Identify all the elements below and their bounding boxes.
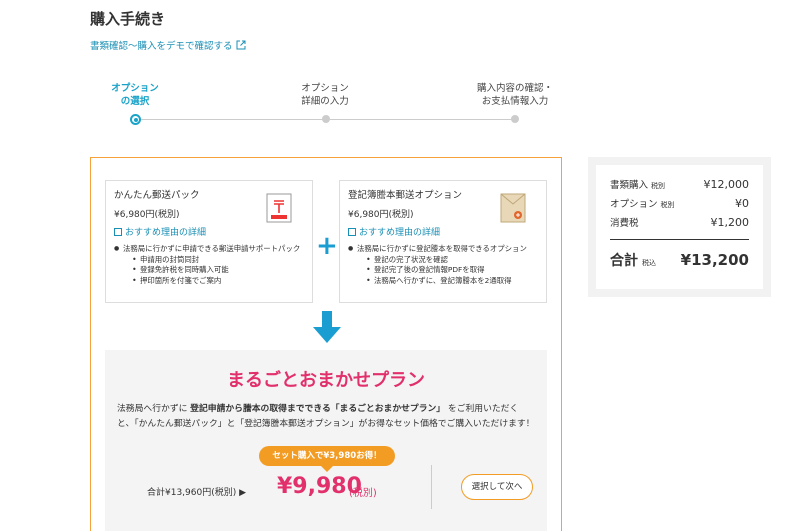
step-connector	[330, 119, 515, 120]
divider	[431, 465, 432, 509]
option-main-point: 法務局に行かずに申請できる郵送申請サポートパック 申請用の封筒同封 登録免許税を…	[114, 244, 304, 286]
option-card-postal-pack[interactable]: かんたん郵送パック ¥6,980円(税別) おすすめ理由の詳細 法務局に行かずに…	[105, 180, 313, 303]
summary-row-options: オプション 税別 ¥0	[610, 196, 749, 215]
total-tax-note: 税込	[642, 259, 656, 267]
option-main-point: 法務局に行かずに登記謄本を取得できるオプション 登記の完了状況を確認 登記完了後…	[348, 244, 538, 286]
original-total-price: 合計¥13,960円(税別) ▶	[147, 488, 247, 498]
list-item: 法務局へ行かずに、登記簿謄本を2通取得	[366, 276, 538, 287]
plus-icon: +	[316, 231, 338, 261]
page-title: 購入手続き	[90, 10, 166, 28]
demo-link-label: 書類確認～購入をデモで確認する	[90, 41, 233, 52]
plan-sale-tax-note: (税別)	[349, 488, 377, 499]
summary-value: ¥1,200	[710, 216, 750, 229]
summary-row-documents: 書類購入 税別 ¥12,000	[610, 177, 749, 196]
step-1-label: オプション の選択	[105, 82, 165, 108]
main-point-text: 法務局に行かずに登記謄本を取得できるオプション	[357, 244, 527, 253]
step-3-line2: お支払情報入力	[481, 96, 549, 107]
summary-label-text: 消費税	[610, 218, 639, 229]
plan-description: 法務局へ行かずに 登記申請から謄本の取得までできる「まるごとおまかせプラン」 を…	[117, 402, 535, 432]
option-card-registry-mail[interactable]: 登記簿謄本郵送オプション ¥6,980円(税別) おすすめ理由の詳細 法務局に行…	[339, 180, 547, 303]
step-2-line1: オプション	[301, 83, 349, 94]
bundle-plan-panel: まるごとおまかせプラン 法務局へ行かずに 登記申請から謄本の取得までできる「まる…	[105, 350, 547, 531]
recommend-detail-label: おすすめ理由の詳細	[125, 228, 207, 238]
summary-label: 消費税	[610, 215, 639, 229]
recommend-detail-link[interactable]: おすすめ理由の詳細	[348, 225, 538, 238]
demo-link[interactable]: 書類確認～購入をデモで確認する	[90, 38, 246, 52]
step-2-label: オプション 詳細の入力	[290, 82, 360, 108]
step-1-dot	[130, 114, 141, 125]
summary-value: ¥12,000	[703, 178, 750, 191]
summary-label-text: オプション	[610, 199, 658, 210]
savings-badge: セット購入で¥3,980お得！	[259, 446, 395, 472]
order-summary-card: 書類購入 税別 ¥12,000 オプション 税別 ¥0 消費税 ¥1,200 合計税…	[596, 165, 763, 289]
total-label: 合計 税込	[610, 250, 656, 270]
plan-desc-prefix: 法務局へ行かずに	[117, 404, 191, 414]
window-icon	[114, 227, 122, 236]
option-feature-list: 法務局に行かずに登記謄本を取得できるオプション 登記の完了状況を確認 登記完了後…	[348, 244, 538, 286]
step-3-dot	[511, 115, 519, 123]
total-value: ¥13,200	[680, 251, 749, 269]
step-3-line1: 購入内容の確認・	[476, 83, 553, 94]
purchase-page: 購入手続き 書類確認～購入をデモで確認する オプション の選択 オプション 詳細…	[0, 0, 800, 531]
summary-value: ¥0	[735, 197, 749, 210]
summary-label: 書類購入 税別	[610, 177, 665, 191]
list-item: 申請用の封筒同封	[132, 255, 304, 266]
window-icon	[348, 227, 356, 236]
total-label-text: 合計	[610, 253, 638, 269]
summary-total: 合計 税込 ¥13,200	[610, 250, 749, 270]
option-selection-box: かんたん郵送パック ¥6,980円(税別) おすすめ理由の詳細 法務局に行かずに…	[90, 157, 562, 531]
external-link-icon	[236, 40, 246, 50]
step-connector	[140, 119, 325, 120]
summary-label-text: 書類購入	[610, 180, 649, 191]
plan-title: まるごとおまかせプラン	[227, 370, 425, 391]
step-2-line2: 詳細の入力	[301, 96, 349, 107]
step-3-label: 購入内容の確認・ お支払情報入力	[470, 82, 560, 108]
recommend-detail-label: おすすめ理由の詳細	[359, 228, 441, 238]
list-item: 押印箇所を付箋でご案内	[132, 276, 304, 287]
recommend-detail-link[interactable]: おすすめ理由の詳細	[114, 225, 304, 238]
summary-tax-note: 税別	[660, 201, 675, 209]
summary-tax-note: 税別	[651, 182, 666, 190]
step-1-line2: の選択	[120, 96, 150, 107]
main-point-text: 法務局に行かずに申請できる郵送申請サポートパック	[123, 244, 301, 253]
list-item: 登録免許税を同時購入可能	[132, 265, 304, 276]
down-arrow-icon	[313, 311, 341, 343]
step-1-line1: オプション	[111, 83, 159, 94]
summary-divider	[610, 239, 749, 240]
list-item: 登記完了後の登記情報PDFを取得	[366, 265, 538, 276]
envelope-seal-icon	[500, 193, 526, 223]
plan-desc-bold: 登記申請から謄本の取得までできる「まるごとおまかせプラン」	[190, 404, 446, 414]
option-feature-list: 法務局に行かずに申請できる郵送申請サポートパック 申請用の封筒同封 登録免許税を…	[114, 244, 304, 286]
select-and-next-button[interactable]: 選択して次へ	[461, 474, 533, 500]
postal-envelope-icon	[266, 193, 292, 223]
list-item: 登記の完了状況を確認	[366, 255, 538, 266]
summary-label: オプション 税別	[610, 196, 675, 210]
step-2-dot	[322, 115, 330, 123]
summary-row-tax: 消費税 ¥1,200	[610, 215, 749, 234]
progress-stepper: オプション の選択 オプション 詳細の入力 購入内容の確認・ お支払情報入力	[90, 82, 560, 132]
order-summary: 書類購入 税別 ¥12,000 オプション 税別 ¥0 消費税 ¥1,200 合計税…	[588, 157, 771, 297]
